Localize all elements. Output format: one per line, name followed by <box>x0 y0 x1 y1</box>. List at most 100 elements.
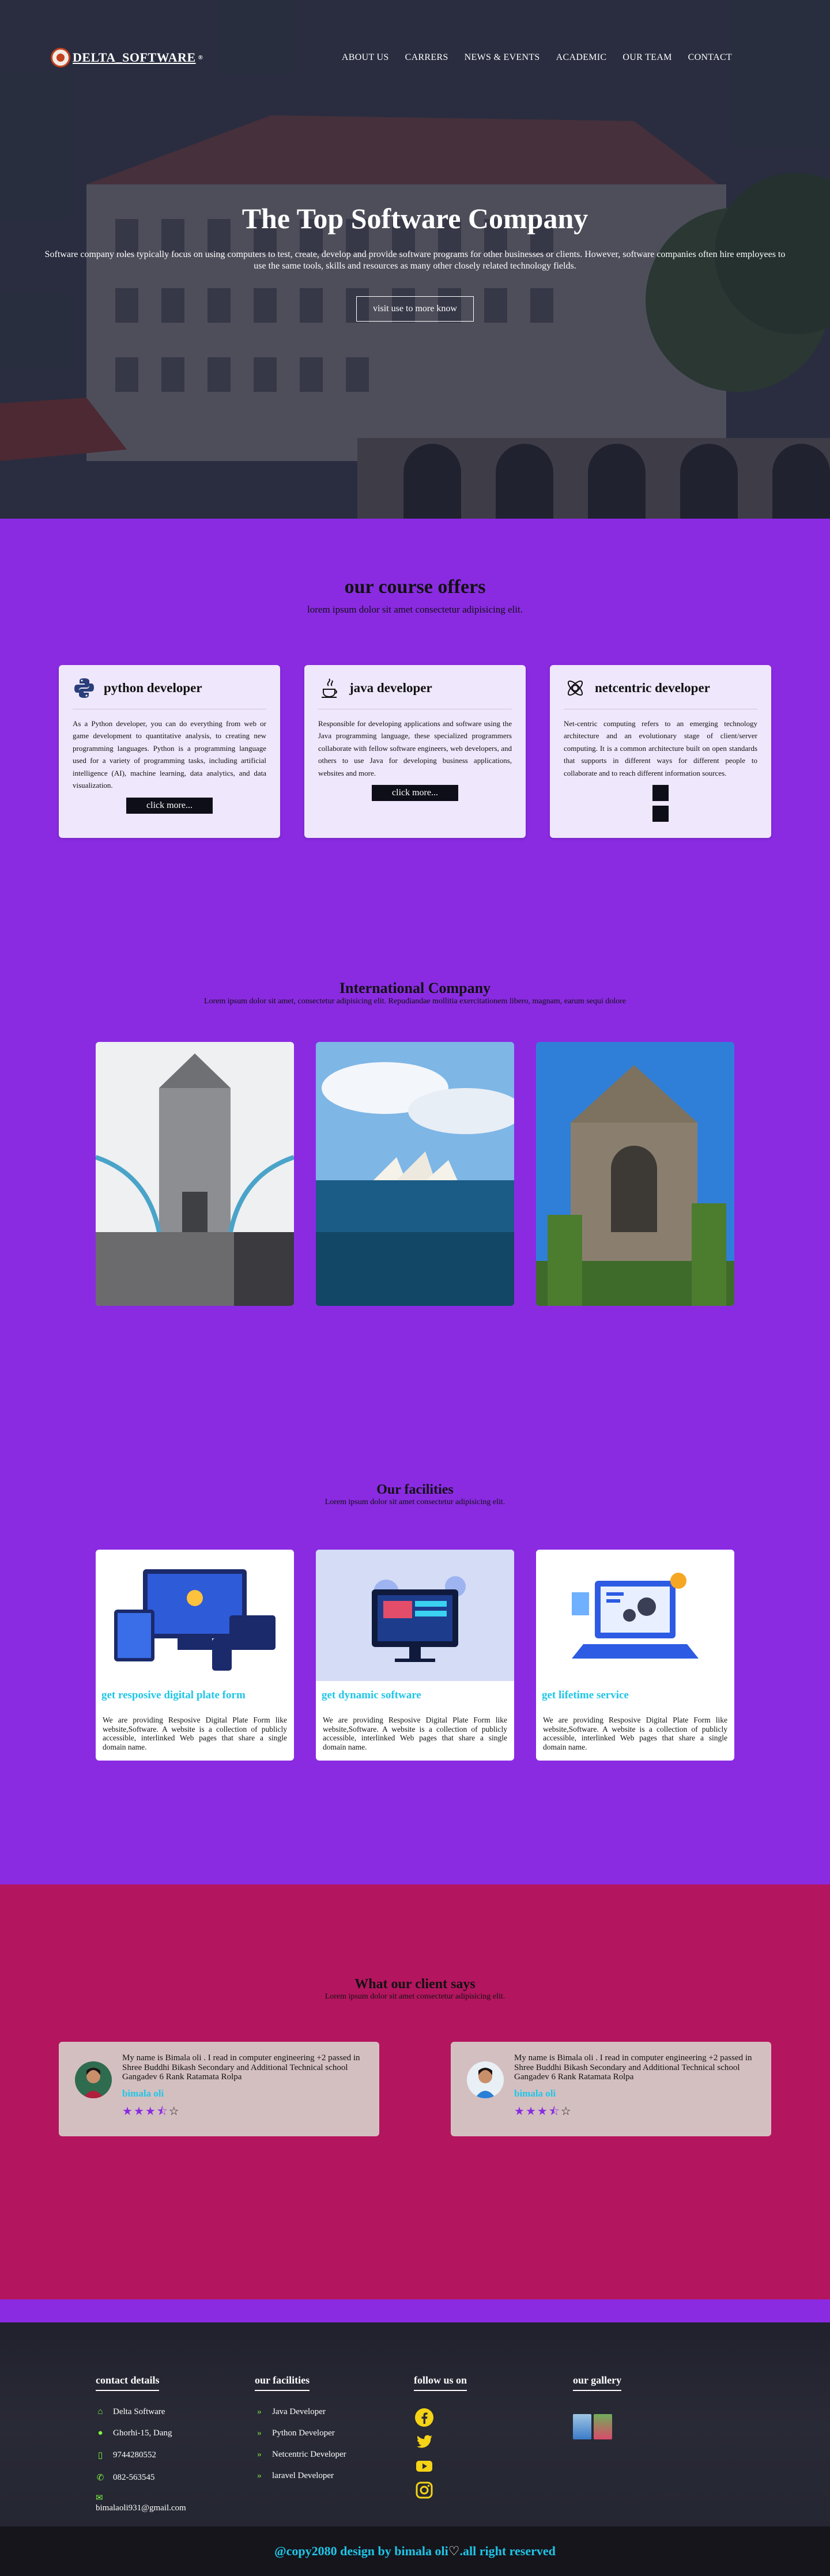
location-pin-icon: ● <box>97 2428 103 2438</box>
double-chevron-right-icon: » <box>257 2450 262 2459</box>
gallery-thumbnail[interactable] <box>573 2414 591 2439</box>
course-small-button[interactable] <box>652 806 669 822</box>
section-divider <box>0 2299 830 2322</box>
hero-content: The Top Software Company Software compan… <box>0 202 830 322</box>
footer-contact-email[interactable]: ✉ bimalaoli931@gmail.com <box>96 2492 255 2513</box>
copyright-bar: @copy2080 design by bimala oli ♡ .all ri… <box>0 2526 830 2576</box>
social-links <box>414 2407 573 2501</box>
hero-section: DELTA_SOFTWARE ® ABOUT US CARRERS NEWS &… <box>0 0 830 519</box>
star-empty-icon: ☆ <box>168 2105 180 2118</box>
testimonial-text: My name is Bimala oli . I read in comput… <box>122 2053 360 2082</box>
facilities-title: Our facilities <box>376 1482 454 1497</box>
course-title: java developer <box>349 681 432 695</box>
hero-title: The Top Software Company <box>242 202 588 235</box>
photo-gothic-building <box>536 1042 734 1306</box>
course-grid: python developer As a Python developer, … <box>0 665 830 838</box>
logo-registered-mark: ® <box>198 54 203 61</box>
course-small-button[interactable] <box>652 785 669 802</box>
footer-gallery-title: our gallery <box>573 2374 622 2391</box>
logo-badge-icon <box>51 48 70 67</box>
testimonial-text: My name is Bimala oli . I read in comput… <box>514 2053 752 2082</box>
courses-section: our course offers lorem ipsum dolor sit … <box>0 519 830 934</box>
menu-news-events[interactable]: NEWS & EVENTS <box>465 52 540 63</box>
courses-title: our course offers <box>344 576 486 598</box>
footer-facility-link[interactable]: » Netcentric Developer <box>255 2450 414 2460</box>
footer-contact-company: ⌂ Delta Software <box>96 2407 255 2417</box>
star-filled-icon: ★ <box>525 2105 537 2118</box>
site-logo[interactable]: DELTA_SOFTWARE ® <box>51 48 203 67</box>
star-filled-icon: ★ <box>145 2105 157 2118</box>
international-section: International Company Lorem ipsum dolor … <box>0 934 830 1452</box>
footer-facilities-column: our facilities » Java Developer » Python D… <box>255 2374 414 2525</box>
course-title: python developer <box>104 681 202 695</box>
gallery-thumbnail[interactable] <box>594 2414 612 2439</box>
top-navbar: DELTA_SOFTWARE ® ABOUT US CARRERS NEWS &… <box>0 40 830 75</box>
footer-facility-link[interactable]: » laravel Developer <box>255 2471 414 2481</box>
star-half-icon: ⯪ <box>548 2105 561 2118</box>
testimonial-name: bimala oli <box>514 2087 556 2099</box>
photo-sydney-opera-house <box>316 1042 514 1306</box>
home-icon: ⌂ <box>97 2407 103 2416</box>
star-half-icon: ⯪ <box>156 2105 169 2118</box>
course-click-more-button[interactable]: click more... <box>372 785 458 802</box>
avatar <box>467 2061 504 2098</box>
facility-card-lifetime: get lifetime service We are providing Re… <box>536 1550 734 1761</box>
testimonial-name: bimala oli <box>122 2087 164 2099</box>
responsive-devices-illustration <box>96 1550 294 1681</box>
footer-contact-column: contact details ⌂ Delta Software ● Ghorhi-… <box>96 2374 255 2525</box>
course-description: Responsible for developing applications … <box>318 719 512 777</box>
star-empty-icon: ☆ <box>560 2105 572 2118</box>
instagram-icon[interactable] <box>414 2480 435 2501</box>
course-click-more-button[interactable]: click more... <box>126 797 213 814</box>
star-filled-icon: ★ <box>122 2105 134 2118</box>
menu-about-us[interactable]: ABOUT US <box>342 52 389 63</box>
testimonial-card: My name is Bimala oli . I read in comput… <box>451 2042 771 2136</box>
footer-contact-mobile[interactable]: ▯ 9744280552 <box>96 2450 255 2461</box>
double-chevron-right-icon: » <box>257 2428 262 2438</box>
youtube-icon[interactable] <box>414 2456 435 2476</box>
facilities-section: Our facilities Lorem ipsum dolor sit ame… <box>0 1452 830 1884</box>
course-card-netcentric: netcentric developer Net-centric computi… <box>550 665 771 838</box>
course-card-header: python developer <box>73 677 266 709</box>
main-menu: ABOUT US CARRERS NEWS & EVENTS ACADEMIC … <box>342 52 732 63</box>
lifetime-service-illustration <box>536 1550 734 1681</box>
footer-facility-link[interactable]: » Python Developer <box>255 2428 414 2438</box>
footer-gallery-column: our gallery <box>573 2374 732 2525</box>
facilities-grid: get resposive digital plate form We are … <box>0 1550 830 1761</box>
star-rating: ★★★⯪☆ <box>514 2103 755 2122</box>
course-button-stack <box>564 785 757 822</box>
twitter-icon[interactable] <box>414 2431 435 2452</box>
menu-our-team[interactable]: OUR TEAM <box>622 52 671 63</box>
footer-follow-column: follow us on <box>414 2374 573 2525</box>
dynamic-software-illustration <box>316 1550 514 1681</box>
hero-cta-button[interactable]: visit use to more know <box>356 296 474 322</box>
facebook-icon[interactable] <box>414 2407 435 2428</box>
footer-gallery <box>573 2414 732 2439</box>
testimonials-title: What our client says <box>354 1977 476 1992</box>
copyright-rights: .all right reserved <box>459 2544 556 2558</box>
courses-subtitle: lorem ipsum dolor sit amet consectetur a… <box>307 604 523 615</box>
course-title: netcentric developer <box>595 681 710 695</box>
netcentric-icon <box>564 677 587 700</box>
double-chevron-right-icon: » <box>257 2407 262 2416</box>
footer-facility-link[interactable]: » Java Developer <box>255 2407 414 2417</box>
course-card-python: python developer As a Python developer, … <box>59 665 280 838</box>
footer-contact-address: ● Ghorhi-15, Dang <box>96 2428 255 2438</box>
menu-academic[interactable]: ACADEMIC <box>556 52 607 63</box>
star-rating: ★★★⯪☆ <box>122 2103 363 2122</box>
envelope-icon: ✉ <box>96 2494 103 2503</box>
copyright-text: @copy2080 design by bimala oli <box>274 2544 448 2558</box>
course-description: As a Python developer, you can do everyt… <box>73 719 266 790</box>
testimonial-card: My name is Bimala oli . I read in comput… <box>59 2042 379 2136</box>
footer-follow-title: follow us on <box>414 2374 467 2391</box>
menu-contact[interactable]: CONTACT <box>688 52 732 63</box>
international-subtitle: Lorem ipsum dolor sit amet, consectetur … <box>203 997 627 1006</box>
logo-text: DELTA_SOFTWARE <box>73 50 196 65</box>
facilities-subtitle: Lorem ipsum dolor sit amet consectetur a… <box>325 1498 505 1506</box>
footer-facilities-title: our facilities <box>255 2374 310 2391</box>
footer-contact-phone[interactable]: ✆ 082-563545 <box>96 2472 255 2483</box>
site-footer: contact details ⌂ Delta Software ● Ghorhi-… <box>0 2322 830 2576</box>
menu-carrers[interactable]: CARRERS <box>405 52 448 63</box>
phone-icon: ✆ <box>96 2473 104 2483</box>
avatar <box>75 2061 112 2098</box>
